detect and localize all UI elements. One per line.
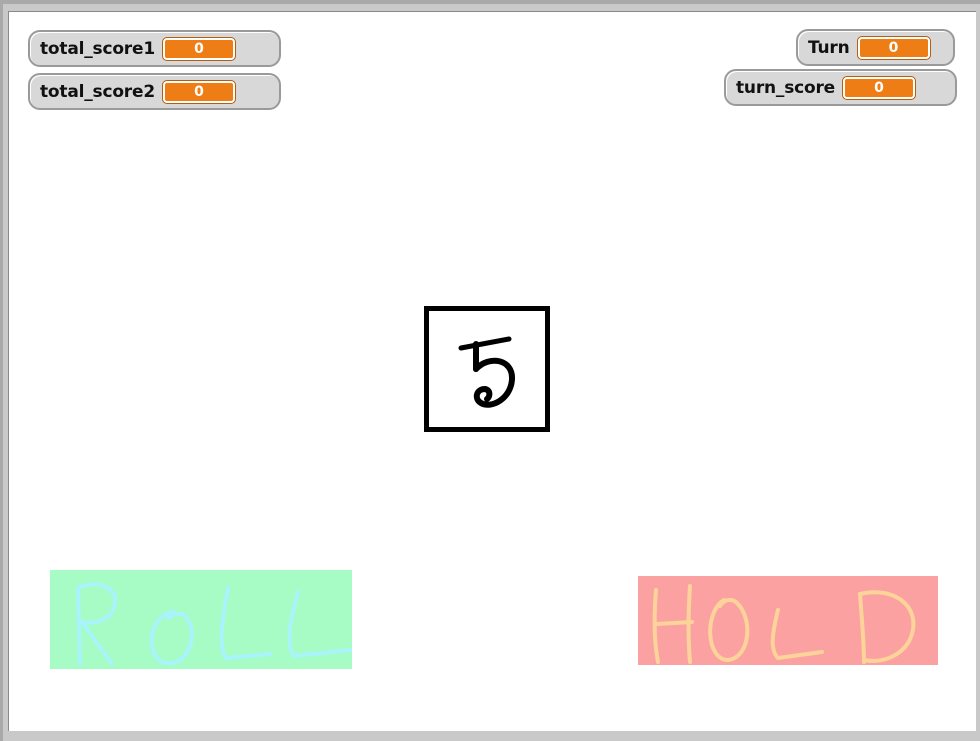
watcher-label: Turn bbox=[808, 37, 850, 58]
stage-inner-edge bbox=[8, 11, 9, 731]
watcher-label: turn_score bbox=[736, 77, 836, 98]
variable-watcher-turn[interactable]: Turn 0 bbox=[796, 29, 955, 66]
roll-button[interactable]: ROLL bbox=[50, 570, 352, 669]
variable-watcher-turn-score[interactable]: turn_score 0 bbox=[724, 69, 957, 106]
watcher-value: 0 bbox=[161, 79, 236, 104]
stage-frame-top bbox=[0, 0, 980, 4]
watcher-label: total_score2 bbox=[40, 81, 155, 102]
watcher-value: 0 bbox=[856, 35, 931, 60]
variable-watcher-total-score1[interactable]: total_score1 0 bbox=[28, 30, 281, 67]
stage-frame-left bbox=[0, 0, 3, 741]
die-sprite[interactable]: 5 bbox=[424, 306, 550, 432]
roll-handwritten-icon bbox=[76, 582, 352, 666]
die-face-five-drawing bbox=[458, 336, 515, 408]
hold-button[interactable]: HOLD bbox=[638, 576, 938, 665]
watcher-value: 0 bbox=[161, 36, 236, 61]
hold-handwritten-icon bbox=[652, 584, 916, 664]
watcher-label: total_score1 bbox=[40, 38, 155, 59]
watcher-value: 0 bbox=[842, 75, 917, 100]
stage-inner-top bbox=[8, 11, 976, 12]
variable-watcher-total-score2[interactable]: total_score2 0 bbox=[28, 73, 281, 110]
